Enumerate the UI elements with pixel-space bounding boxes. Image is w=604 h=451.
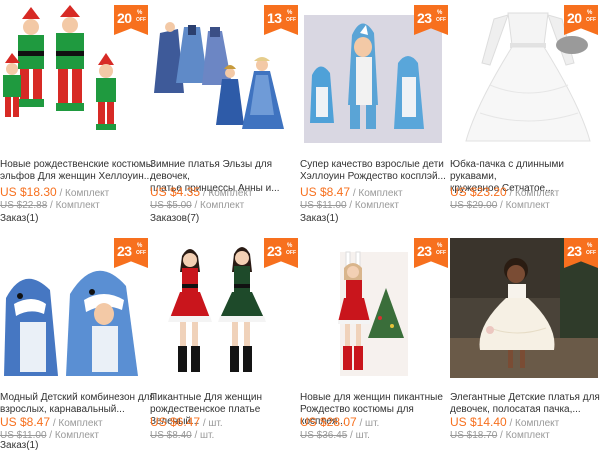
product-price: US $28.07 / шт. [300, 415, 380, 429]
product-card[interactable]: 23 % OFF Пикантные Для женщин рождествен… [150, 238, 298, 447]
product-card[interactable]: 23 % OFF Модный Детский комбинезон для в… [0, 238, 155, 451]
product-price: US $8.47 / Комплект [0, 415, 103, 429]
product-title[interactable]: Супер качество взрослые дети Хэллоуин Ро… [300, 159, 460, 183]
original-price: US $22.88 / Комплект [0, 200, 100, 211]
product-title[interactable]: Модный Детский комбинезон для взрослых, … [0, 392, 160, 416]
order-count: Заказ(1) [0, 213, 39, 224]
original-price: US $11.00 / Комплект [300, 200, 399, 211]
product-card[interactable]: 13 % OFF Зимние платья Эльзы для девочек… [150, 5, 298, 224]
product-title[interactable]: Новые рождественские костюмы эльфов Для … [0, 159, 160, 183]
order-count: Заказ(1) [300, 213, 339, 224]
original-price: US $29.00 / Комплект [450, 200, 550, 211]
product-price: US $14.40 / Комплект [450, 415, 560, 429]
product-card[interactable]: 23 % OFF Новые для женщин пикантные Рожд… [300, 238, 448, 447]
product-price: US $6.47 / шт. [150, 415, 223, 429]
product-price: US $8.47 / Комплект [300, 185, 403, 199]
product-card[interactable]: 20 % OFF Юбка-пачка с длинными рукавами,… [450, 5, 598, 220]
order-count: Заказов(7) [150, 213, 200, 224]
product-price: US $4.35 / Комплект [150, 185, 253, 199]
original-price: US $36.45 / шт. [300, 430, 370, 441]
product-card[interactable]: 23 % OFF Супер качество взрослые дети Хэ… [300, 5, 448, 224]
order-count: Заказ(1) [0, 440, 39, 451]
product-price: US $23.20 / Комплект [450, 185, 560, 199]
original-price: US $8.40 / шт. [150, 430, 215, 441]
product-title[interactable]: Элегантные Детские платья для девочек, п… [450, 392, 604, 416]
original-price: US $5.00 / Комплект [150, 200, 245, 211]
product-card[interactable]: 23 % OFF Элегантные Детские платья для д… [450, 238, 600, 447]
original-price: US $18.70 / Комплект [450, 430, 550, 441]
product-card[interactable]: 20 % OFF Новые рождественские костюмы эл… [0, 5, 153, 224]
product-price: US $18.30 / Комплект [0, 185, 110, 199]
